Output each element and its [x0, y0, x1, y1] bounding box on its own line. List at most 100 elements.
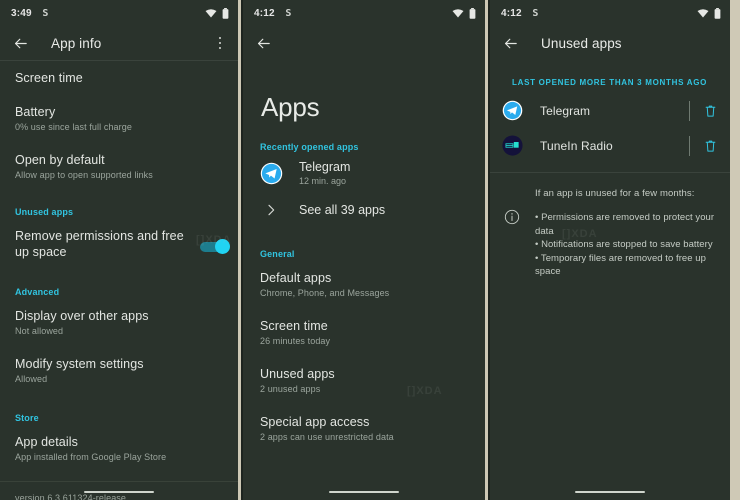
section-header-unused-apps: Unused apps — [15, 207, 74, 217]
list-item-screen-time[interactable]: Screen time — [0, 61, 238, 95]
info-bullet: • Temporary files are removed to free up… — [535, 252, 706, 278]
list-item-see-all-apps[interactable]: See all 39 apps — [243, 193, 485, 227]
wifi-icon — [452, 9, 464, 18]
phone-screen-app-info: 3:49 S App info Screen time Battery 0% u… — [0, 0, 238, 500]
telegram-texts: Telegram 12 min. ago — [299, 159, 350, 188]
row-title: Modify system settings — [15, 357, 144, 371]
row-subtitle: 0% use since last full charge — [15, 122, 132, 132]
status-bar-icons — [452, 7, 476, 19]
info-bullet: • Notifications are stopped to save batt… — [535, 239, 713, 250]
three-phone-screenshots: 3:49 S App info Screen time Battery 0% u… — [0, 0, 740, 500]
row-title: Unused apps — [260, 367, 335, 381]
row-title: Default apps — [260, 271, 332, 285]
page-title: App info — [51, 35, 102, 51]
row-divider — [689, 135, 690, 156]
notification-glyph-icon: S — [532, 7, 539, 19]
app-name: Telegram — [299, 160, 351, 174]
row-title: Screen time — [15, 71, 83, 85]
toggle-knob — [215, 239, 230, 254]
wifi-icon — [205, 9, 217, 18]
section-header-advanced: Advanced — [15, 287, 60, 297]
wifi-icon — [697, 9, 709, 18]
app-name: Telegram — [540, 103, 591, 118]
page-title: Unused apps — [541, 35, 622, 51]
trash-icon[interactable] — [703, 103, 718, 119]
row-title: Screen time — [260, 319, 328, 333]
app-last-used: 12 min. ago — [299, 176, 347, 186]
status-bar-time: 3:49 — [11, 7, 32, 19]
back-arrow-icon[interactable] — [502, 35, 519, 52]
app-bar — [243, 26, 485, 60]
home-indicator[interactable] — [84, 490, 154, 493]
row-subtitle: Not allowed — [15, 326, 64, 336]
info-lead-text: If an app is unused for a few months: — [535, 188, 695, 199]
row-subtitle: Chrome, Phone, and Messages — [260, 288, 390, 298]
row-title: App details — [15, 435, 78, 449]
status-bar: 4:12 S — [243, 0, 485, 26]
unused-apps-list: LAST OPENED MORE THAN 3 MONTHS AGO Teleg… — [490, 60, 730, 279]
app-bar: Unused apps — [490, 26, 730, 60]
home-indicator[interactable] — [329, 490, 399, 493]
info-bullet: • Permissions are removed to protect you… — [535, 212, 715, 237]
row-title: Battery — [15, 105, 56, 119]
battery-icon — [222, 7, 229, 19]
battery-icon — [714, 7, 721, 19]
list-item-display-over-other-apps[interactable]: Display over other apps Not allowed — [0, 299, 238, 347]
battery-icon — [469, 7, 476, 19]
section-header-store: Store — [15, 413, 39, 423]
settings-list: Screen time Battery 0% use since last fu… — [0, 61, 238, 500]
remove-permissions-toggle[interactable] — [200, 239, 230, 254]
list-item-default-apps[interactable]: Default apps Chrome, Phone, and Messages — [243, 261, 485, 309]
list-item-app-details[interactable]: App details App installed from Google Pl… — [0, 425, 238, 473]
info-bullet-list: • Permissions are removed to protect you… — [535, 211, 720, 279]
status-bar-icons — [697, 7, 721, 19]
section-header-general: General — [260, 249, 295, 259]
section-header-last-opened: LAST OPENED MORE THAN 3 MONTHS AGO — [512, 78, 708, 87]
status-bar-time: 4:12 — [501, 7, 522, 19]
back-arrow-icon[interactable] — [12, 35, 29, 52]
trash-icon[interactable] — [703, 138, 718, 154]
list-item-battery[interactable]: Battery 0% use since last full charge — [0, 95, 238, 143]
table-row[interactable]: Telegram — [490, 93, 730, 128]
section-header-recently-opened: Recently opened apps — [260, 142, 359, 152]
row-subtitle: 26 minutes today — [260, 336, 331, 346]
phone-screen-unused-apps: 4:12 S Unused apps LAST OPENED MORE THAN… — [490, 0, 730, 500]
row-subtitle: 2 apps can use unrestricted data — [260, 432, 394, 442]
row-title: Open by default — [15, 153, 105, 167]
more-options-icon[interactable] — [212, 35, 228, 52]
app-bar: App info — [0, 26, 238, 60]
list-item-telegram[interactable]: Telegram 12 min. ago — [243, 154, 485, 193]
list-item-special-app-access[interactable]: Special app access 2 apps can use unrest… — [243, 405, 485, 453]
apps-list: Recently opened apps Telegram 12 min. ag… — [243, 122, 485, 453]
status-bar-time: 4:12 — [254, 7, 275, 19]
notification-glyph-icon: S — [42, 7, 49, 19]
list-item-open-by-default[interactable]: Open by default Allow app to open suppor… — [0, 143, 238, 191]
row-title: Display over other apps — [15, 309, 149, 323]
row-subtitle: 2 unused apps — [260, 384, 321, 394]
list-item-screen-time[interactable]: Screen time 26 minutes today — [243, 309, 485, 357]
see-all-label: See all 39 apps — [299, 203, 386, 217]
home-indicator[interactable] — [575, 490, 645, 493]
info-icon — [504, 209, 520, 225]
notification-glyph-icon: S — [285, 7, 292, 19]
chevron-right-icon — [259, 202, 283, 218]
telegram-icon — [259, 162, 283, 186]
row-subtitle: Allowed — [15, 374, 48, 384]
row-title: Remove permissions and free up space — [15, 229, 184, 259]
tunein-icon — [502, 135, 523, 156]
row-title: Special app access — [260, 415, 370, 429]
list-item-modify-system-settings[interactable]: Modify system settings Allowed — [0, 347, 238, 395]
row-subtitle: Allow app to open supported links — [15, 170, 153, 180]
info-block: If an app is unused for a few months: • … — [490, 173, 730, 279]
list-item-unused-apps[interactable]: Unused apps 2 unused apps — [243, 357, 485, 405]
app-name: TuneIn Radio — [540, 138, 613, 153]
phone-screen-apps: 4:12 S Apps Recently opened apps Telegra… — [243, 0, 485, 500]
status-bar-icons — [205, 7, 229, 19]
list-item-remove-permissions[interactable]: Remove permissions and free up space — [0, 219, 238, 269]
telegram-icon — [502, 100, 523, 121]
info-texts: If an app is unused for a few months: • … — [535, 187, 720, 279]
table-row[interactable]: TuneIn Radio — [490, 128, 730, 163]
row-divider — [689, 100, 690, 121]
back-arrow-icon[interactable] — [255, 35, 272, 52]
page-headline: Apps — [261, 92, 320, 122]
